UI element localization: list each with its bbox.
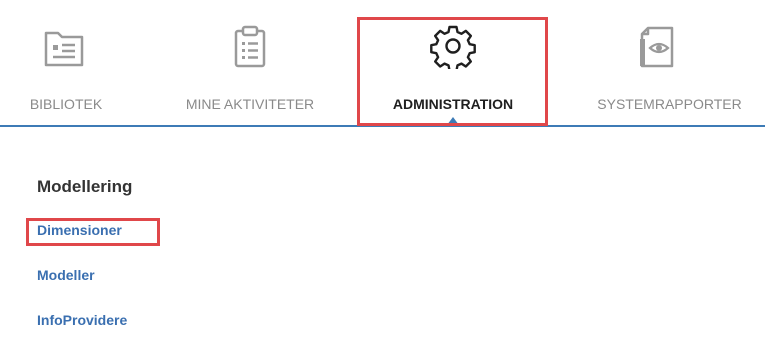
section-title: Modellering <box>37 177 133 196</box>
nav-item-systemrapporter[interactable]: SYSTEMRAPPORTER <box>574 0 765 125</box>
nav-underline <box>0 125 765 127</box>
link-dimensioner[interactable]: Dimensioner <box>37 222 122 238</box>
active-tab-pointer <box>447 117 459 125</box>
nav-label: SYSTEMRAPPORTER <box>597 96 742 112</box>
top-navigation: BIBLIOTEK MINE AKTIVITETER ADMINISTRATIO… <box>0 0 765 128</box>
library-folder-icon <box>44 31 84 67</box>
clipboard-list-icon <box>234 25 266 68</box>
link-infoprovidere[interactable]: InfoProvidere <box>37 312 127 328</box>
nav-label: BIBLIOTEK <box>29 96 103 112</box>
document-eye-icon <box>640 26 674 68</box>
nav-label: MINE AKTIVITETER <box>185 96 315 112</box>
nav-label: ADMINISTRATION <box>392 96 514 112</box>
nav-item-mine-aktiviteter[interactable]: MINE AKTIVITETER <box>160 0 340 125</box>
gear-icon <box>430 25 476 69</box>
link-modeller[interactable]: Modeller <box>37 267 95 283</box>
nav-item-bibliotek[interactable]: BIBLIOTEK <box>10 0 122 125</box>
nav-item-administration[interactable]: ADMINISTRATION <box>362 0 544 125</box>
